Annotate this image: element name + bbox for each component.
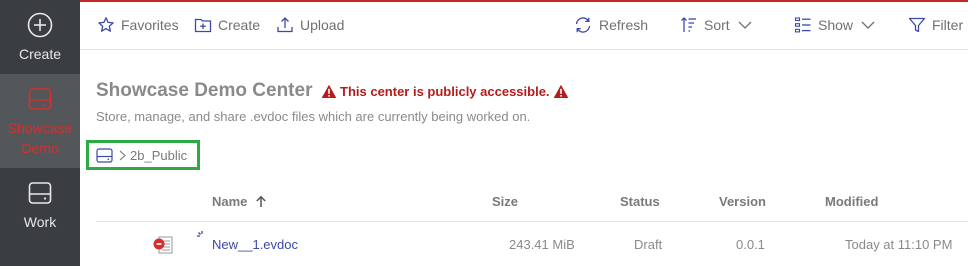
chevron-right-icon [119, 150, 126, 160]
column-header-size[interactable]: Size [492, 194, 518, 209]
column-header-label: Size [492, 194, 519, 209]
star-icon [98, 17, 114, 32]
drive-icon[interactable] [96, 147, 113, 163]
sort-dropdown[interactable]: Sort [680, 16, 752, 34]
drive-icon [28, 88, 52, 110]
breadcrumb-item[interactable]: 2b_Public [130, 148, 187, 163]
favorites-label: Favorites [121, 17, 179, 33]
plus-circle-icon [27, 12, 53, 38]
file-status: Draft [634, 237, 663, 252]
file-version: 0.0.1 [736, 237, 765, 252]
column-header-label: Modified [825, 194, 879, 209]
upload-icon [277, 17, 293, 33]
column-header-name[interactable]: Name [212, 194, 267, 209]
chevron-down-icon [861, 21, 875, 29]
sort-ascending-icon [256, 195, 267, 207]
page-title: Showcase Demo Center [96, 80, 313, 101]
file-size: 243.41 MiB [509, 237, 575, 252]
create-button[interactable]: Create [194, 16, 260, 34]
filter-button[interactable]: Filter [908, 16, 963, 34]
column-header-version[interactable]: Version [719, 194, 766, 209]
breadcrumb: 2b_Public [86, 140, 200, 170]
upload-button[interactable]: Upload [276, 16, 344, 34]
list-view-icon [794, 17, 811, 33]
column-header-modified[interactable]: Modified [825, 194, 878, 209]
column-header-label: Status [620, 194, 660, 209]
sort-icon [681, 17, 696, 32]
create-label: Create [218, 17, 261, 33]
show-label: Show [818, 17, 854, 33]
filter-icon [908, 17, 926, 33]
side-nav: Create Showcase Demo Work [0, 0, 80, 266]
new-folder-icon [194, 18, 212, 33]
warning-icon [553, 84, 568, 98]
sidebar-item-label: Showcase Demo [7, 120, 73, 156]
sidebar-item-label: Work [23, 214, 57, 230]
column-header-label: Name [212, 194, 248, 209]
file-name-link[interactable]: New__1.evdoc [212, 237, 298, 252]
sidebar-item-showcase-demo[interactable]: Showcase Demo [0, 74, 80, 168]
table-row[interactable]: New__1.evdoc 243.41 MiB Draft 0.0.1 Toda… [96, 223, 968, 266]
warning-icon [321, 84, 337, 98]
file-modified: Today at 11:10 PM [845, 237, 953, 252]
public-warning: This center is publicly accessible. [318, 84, 572, 99]
sidebar-item-create[interactable]: Create [0, 0, 80, 74]
status-indicator-icon [197, 231, 203, 237]
toolbar: Favorites Create Upload Refresh Sort Sho… [80, 2, 968, 50]
page-subtitle: Store, manage, and share .evdoc files wh… [96, 109, 531, 124]
public-warning-text: This center is publicly accessible. [340, 84, 550, 99]
sort-label: Sort [704, 17, 730, 33]
sidebar-item-work[interactable]: Work [0, 168, 80, 262]
evdoc-file-icon [153, 236, 173, 254]
refresh-label: Refresh [599, 17, 649, 33]
drive-icon [28, 182, 52, 204]
filter-label: Filter [932, 17, 964, 33]
refresh-button[interactable]: Refresh [573, 16, 648, 34]
table-header: Name Size Status Version Modified [96, 186, 968, 222]
show-dropdown[interactable]: Show [794, 16, 875, 34]
favorites-button[interactable]: Favorites [97, 16, 179, 34]
upload-label: Upload [300, 17, 345, 33]
column-header-label: Version [719, 194, 766, 209]
column-header-status[interactable]: Status [620, 194, 660, 209]
chevron-down-icon [738, 21, 752, 29]
sidebar-item-label: Create [18, 46, 62, 62]
refresh-icon [575, 17, 591, 33]
